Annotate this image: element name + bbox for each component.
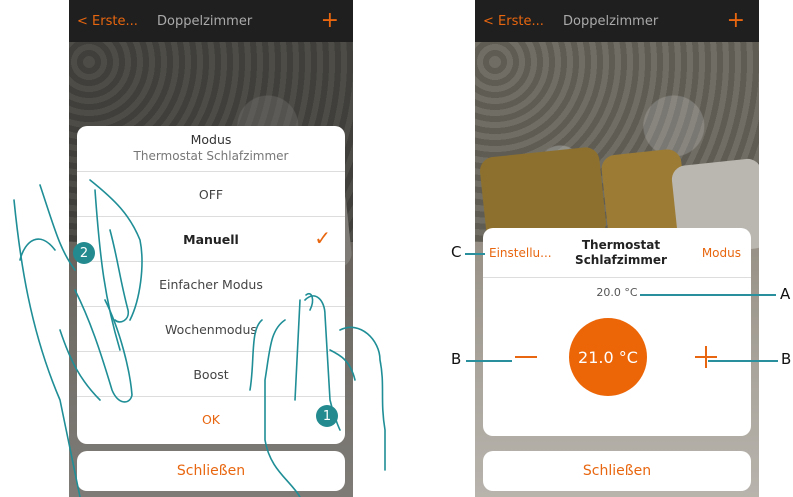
plus-icon[interactable]	[695, 346, 717, 368]
measured-temperature: 20.0 °C	[596, 286, 638, 299]
setpoint-temperature: 21.0 °C	[569, 318, 647, 396]
settings-button[interactable]: Einstellu...	[483, 246, 561, 260]
annotation-b-right: B	[781, 350, 792, 368]
close-button[interactable]: Schließen	[483, 451, 751, 491]
annotation-c: C	[451, 243, 462, 261]
minus-icon[interactable]	[515, 356, 537, 358]
annotation-a: A	[780, 285, 791, 303]
annotation-b-left: B	[451, 350, 462, 368]
top-bar: < Erste... Doppelzimmer +	[475, 0, 759, 42]
mode-button[interactable]: Modus	[681, 246, 751, 260]
back-button[interactable]: < Erste...	[475, 14, 563, 29]
annotation-line-a	[640, 294, 776, 296]
annotation-line-c	[465, 253, 485, 255]
annotation-line-b-left	[466, 360, 512, 362]
page-title: Doppelzimmer	[563, 13, 659, 29]
thermostat-title: Thermostat Schlafzimmer	[575, 237, 667, 267]
step-marker-2: 2	[73, 242, 95, 264]
thermostat-card: Einstellu... Thermostat Schlafzimmer Mod…	[483, 228, 751, 436]
annotation-line-b-right	[708, 360, 778, 362]
step-marker-1: 1	[316, 405, 338, 427]
add-icon[interactable]: +	[727, 10, 759, 32]
thermostat-header: Einstellu... Thermostat Schlafzimmer Mod…	[483, 228, 751, 278]
right-phone-screen: < Erste... Doppelzimmer + Einstellu... T…	[475, 0, 759, 497]
